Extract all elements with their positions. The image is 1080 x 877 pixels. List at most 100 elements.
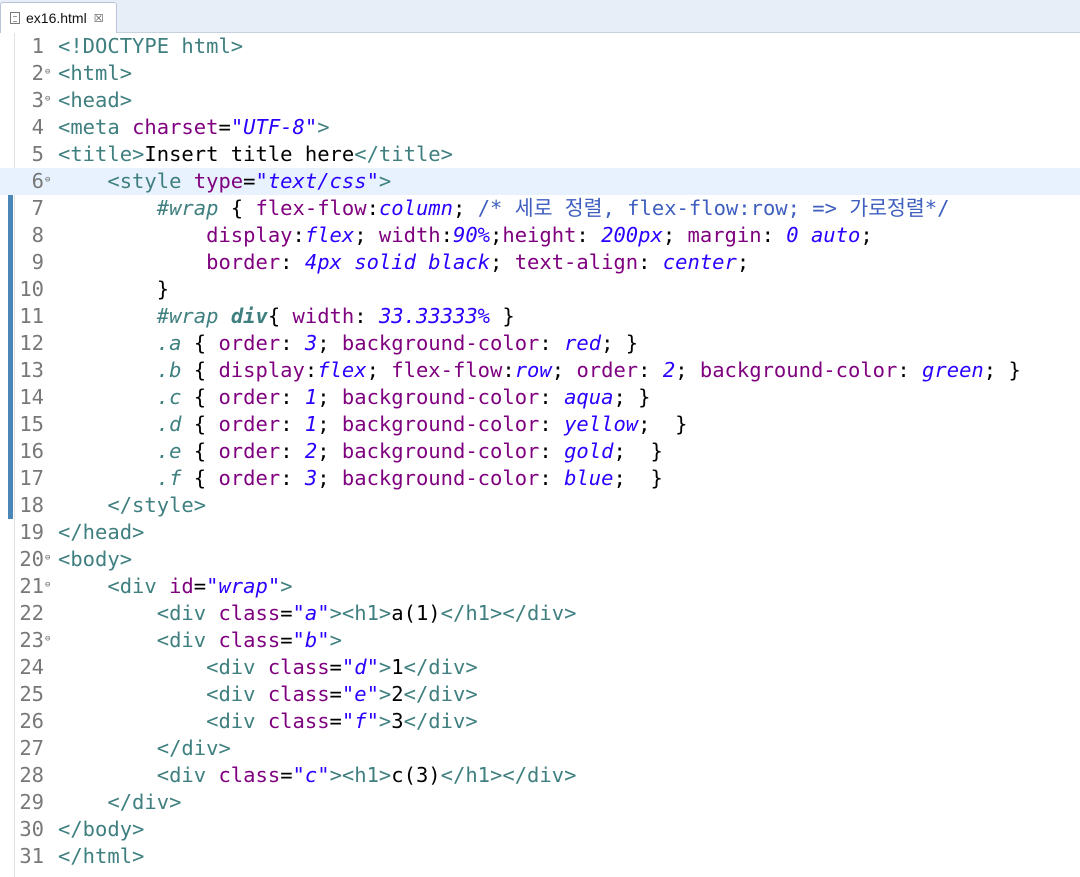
line-number: 22 [19,601,44,625]
code-token: yellow [564,412,639,436]
code-token: 0 auto [786,223,861,247]
code-token: ; [551,358,577,382]
code-token: ; [317,331,342,355]
code-text: #wrap { flex-flow:column; /* 세로 정렬, flex… [58,195,950,222]
code-token: </h1></div> [440,763,577,787]
code-line[interactable]: 14 .c { order: 1; background-color: aqua… [0,384,1080,411]
code-token: > [378,655,392,679]
code-line[interactable]: 4 <meta charset="UTF-8"> [0,114,1080,141]
code-line[interactable]: 6 ⊖ <style type="text/css"> [0,168,1080,195]
code-token: width [378,223,441,247]
code-token: ; } [638,412,688,436]
code-token: 1 [304,385,318,409]
code-line[interactable]: 17 .f { order: 3; background-color: blue… [0,465,1080,492]
code-token: : [304,358,318,382]
code-token: : [638,358,663,382]
code-token: "text/css" [255,169,379,193]
code-line[interactable]: 23 ⊖ <div class="b"> [0,627,1080,654]
code-token: > [329,628,342,652]
code-line[interactable]: 3 ⊖ <head> [0,87,1080,114]
fold-toggle-icon[interactable]: ⊖ [45,168,50,192]
code-line[interactable]: 30 </body> [0,816,1080,843]
fold-toggle-icon[interactable]: ⊖ [45,87,50,111]
code-line[interactable]: 20 ⊖ <body> [0,546,1080,573]
code-token: center [662,250,737,274]
code-token: background-color [699,358,898,382]
code-token: : [280,466,305,490]
code-token: { [181,358,219,382]
code-line[interactable]: 28 <div class="c"><h1>c(3)</h1></div> [0,762,1080,789]
code-line[interactable]: 8 display:flex; width:90%;height: 200px;… [0,222,1080,249]
code-line[interactable]: 10 } [0,276,1080,303]
code-token: = [280,763,293,787]
code-token: = [218,115,231,139]
code-line[interactable]: 22 <div class="a"><h1>a(1)</h1></div> [0,600,1080,627]
code-token: <div [156,628,219,652]
code-line[interactable]: 5 <title>Insert title here</title> [0,141,1080,168]
code-line[interactable]: 26 <div class="f">3</div> [0,708,1080,735]
code-line[interactable]: 13 .b { display:flex; flex-flow:row; ord… [0,357,1080,384]
code-line[interactable]: 9 border: 4px solid black; text-align: c… [0,249,1080,276]
code-text: </html> [58,843,144,870]
fold-toggle-icon[interactable]: ⊖ [45,627,50,651]
code-text: border: 4px solid black; text-align: cen… [58,249,749,276]
code-token: <html> [58,61,133,85]
code-line[interactable]: 2 ⊖ <html> [0,60,1080,87]
code-token: ; } [613,466,663,490]
code-line[interactable]: 25 <div class="e">2</div> [0,681,1080,708]
code-text: #wrap div{ width: 33.33333% } [58,303,515,330]
code-token: 90% [452,223,491,247]
code-token: ; } [601,331,639,355]
fold-toggle-icon[interactable]: ⊖ [45,546,50,570]
line-number: 15 [19,412,44,436]
code-token: flex [317,358,367,382]
file-tab-title: ex16.html [26,10,87,26]
code-line[interactable]: 16 .e { order: 2; background-color: gold… [0,438,1080,465]
code-line[interactable]: 18 </style> [0,492,1080,519]
code-text: .f { order: 3; background-color: blue; } [58,465,663,492]
code-token: "wrap" [206,574,281,598]
code-token: class [218,763,281,787]
code-line[interactable]: 29 </div> [0,789,1080,816]
code-line[interactable]: 11 #wrap div{ width: 33.33333% } [0,303,1080,330]
code-token: { [181,439,219,463]
code-token: class [267,682,330,706]
close-tab-icon[interactable]: ☒ [94,12,104,25]
fold-toggle-icon[interactable]: ⊖ [45,60,50,84]
code-line[interactable]: 27 </div> [0,735,1080,762]
code-token: <div [206,655,268,679]
code-line[interactable]: 24 <div class="d">1</div> [0,654,1080,681]
code-token: ; [317,466,342,490]
code-line[interactable]: 7 #wrap { flex-flow:column; /* 세로 정렬, fl… [0,195,1080,222]
html-file-icon [10,12,20,24]
code-token: <div [206,682,268,706]
code-token: background-color [341,412,540,436]
code-line[interactable]: 31 </html> [0,843,1080,870]
code-line[interactable]: 15 .d { order: 1; background-color: yell… [0,411,1080,438]
line-number: 5 [31,142,44,166]
code-token: = [280,601,293,625]
code-token: blue [564,466,614,490]
code-text: </style> [58,492,206,519]
line-number: 19 [19,520,44,544]
code-token: { [181,331,219,355]
code-text: <html> [58,60,132,87]
fold-toggle-icon[interactable]: ⊖ [45,573,50,597]
file-tab[interactable]: ex16.html ☒ [0,2,117,33]
code-text: </div> [58,789,181,816]
code-line[interactable]: 19 </head> [0,519,1080,546]
code-token: class [267,655,330,679]
code-token: "f" [341,709,379,733]
code-editor[interactable]: 1 <!DOCTYPE html> 2 ⊖ <html> 3 ⊖ <head> 4 <meta c… [0,33,1080,877]
code-token: 3 [304,331,318,355]
code-token: flex [304,223,355,247]
line-number: 20 [19,547,44,571]
code-line[interactable]: 12 .a { order: 3; background-color: red;… [0,330,1080,357]
code-line[interactable]: 1 <!DOCTYPE html> [0,33,1080,60]
code-line[interactable]: 21 ⊖ <div id="wrap"> [0,573,1080,600]
code-token: gold [564,439,614,463]
line-number: 4 [31,115,44,139]
